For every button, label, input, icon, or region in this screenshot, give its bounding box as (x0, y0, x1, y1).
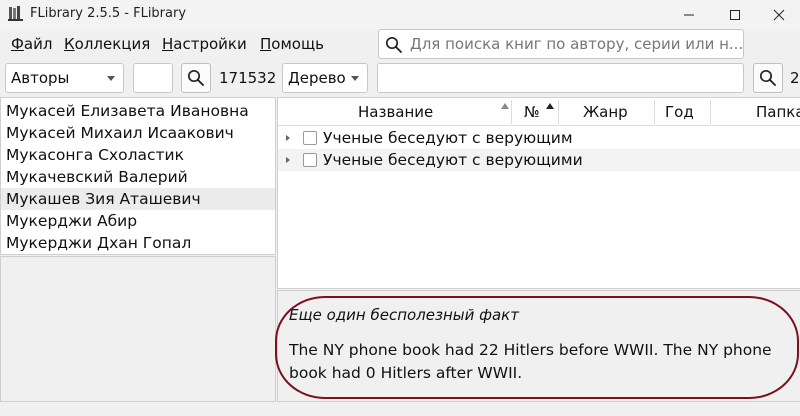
list-item[interactable]: Мукачевский Валерий (1, 166, 275, 188)
author-search-button[interactable] (181, 63, 211, 93)
list-item[interactable]: Мукасонга Схоластик (1, 144, 275, 166)
column-header-year[interactable]: Год (665, 98, 694, 126)
books-filter-input[interactable] (377, 63, 744, 93)
maximize-icon (730, 10, 740, 20)
list-item-selected[interactable]: Мукашев Зия Аташевич (1, 188, 275, 210)
fact-body: The NY phone book had 22 Hitlers before … (289, 341, 772, 382)
list-item[interactable]: Мукасей Михаил Исаакович (1, 122, 275, 144)
maximize-button[interactable] (712, 0, 758, 30)
global-search-input[interactable]: Для поиска книг по автору, серии или н..… (378, 29, 744, 59)
column-header-folder[interactable]: Папка (756, 98, 800, 126)
sort-up-icon (501, 103, 509, 109)
minimize-icon (684, 14, 694, 16)
menu-bar: Файл Коллекция Настройки Помощь (0, 30, 370, 58)
sort-up-icon (546, 103, 554, 109)
search-placeholder: Для поиска книг по автору, серии или н..… (410, 35, 744, 53)
list-item[interactable]: Мукерджи Дхан Гопал (1, 232, 275, 254)
expand-arrow-icon[interactable] (286, 135, 290, 141)
table-row[interactable]: Ученые беседуют с верующими (278, 149, 800, 171)
close-icon (773, 9, 785, 21)
minimize-button[interactable] (666, 0, 712, 30)
books-table[interactable]: Название № Жанр Год Папка Ученые беседую… (277, 97, 800, 289)
books-search-button[interactable] (753, 63, 783, 93)
list-item[interactable]: Мукерджи Абир (1, 210, 275, 232)
book-title: Ученые беседуют с верующими (323, 151, 583, 169)
books-count: 2 (790, 69, 800, 87)
menu-collection[interactable]: Коллекция (64, 35, 150, 53)
list-item[interactable]: Мукасей Елизавета Ивановна (1, 100, 275, 122)
window-title: FLibrary 2.5.5 - FLibrary (30, 6, 187, 21)
book-title: Ученые беседуют с верующим (323, 129, 573, 147)
menu-file[interactable]: Файл (11, 35, 52, 53)
navigation-mode-value: Авторы (11, 69, 70, 87)
chevron-down-icon (107, 76, 115, 81)
annotation-panel: Еще один бесполезный факт The NY phone b… (277, 290, 800, 402)
fact-title: Еще один бесполезный факт (289, 306, 519, 324)
expand-arrow-icon[interactable] (286, 157, 290, 163)
app-icon (8, 6, 23, 21)
search-icon (759, 69, 776, 86)
table-row[interactable]: Ученые беседуют с верующим (278, 127, 800, 149)
table-header: Название № Жанр Год Папка (278, 98, 800, 126)
navigation-mode-select[interactable]: Авторы (5, 63, 124, 93)
close-button[interactable] (756, 0, 800, 30)
view-mode-value: Дерево (288, 69, 346, 87)
column-header-genre[interactable]: Жанр (583, 98, 628, 126)
search-icon (385, 36, 402, 53)
menu-settings[interactable]: Настройки (162, 35, 247, 53)
column-header-title[interactable]: Название (358, 98, 433, 126)
column-header-number[interactable]: № (524, 98, 540, 126)
row-checkbox[interactable] (303, 153, 317, 167)
view-mode-select[interactable]: Дерево (282, 63, 368, 93)
author-filter-input[interactable] (133, 63, 173, 93)
author-count: 171532 (219, 69, 277, 87)
menu-help[interactable]: Помощь (260, 35, 324, 53)
chevron-down-icon (351, 76, 359, 81)
authors-list[interactable]: Мукасей Елизавета Ивановна Мукасей Михаи… (0, 97, 276, 255)
title-bar: FLibrary 2.5.5 - FLibrary (0, 0, 800, 30)
row-checkbox[interactable] (303, 131, 317, 145)
author-info-panel (0, 256, 276, 402)
search-icon (187, 69, 204, 86)
